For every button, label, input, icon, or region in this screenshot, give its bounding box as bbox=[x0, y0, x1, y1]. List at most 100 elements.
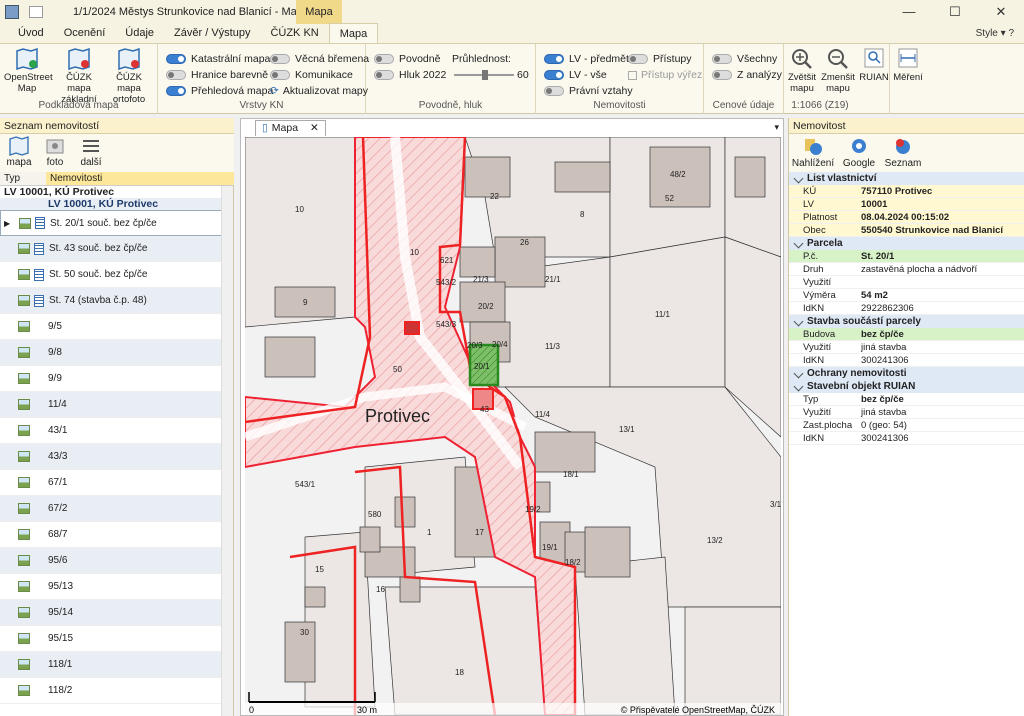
google-button[interactable]: Google bbox=[837, 136, 881, 169]
list-item[interactable]: 95/13 bbox=[0, 574, 222, 600]
toggle-hluk[interactable]: Hluk 2022 bbox=[374, 68, 446, 82]
map-panel: ▯ Mapa ✕ ▾ 22 10 48/2 52 26 10 9 621 543/2 21/3 21/1… bbox=[240, 118, 784, 716]
dalsi-tool-label: další bbox=[80, 157, 102, 168]
list-item-label: 95/13 bbox=[48, 581, 74, 592]
cuzk-zakladni-button[interactable]: ČÚZK mapa základní bbox=[56, 47, 102, 105]
toggle-vecna-bremena[interactable]: Věcná břemena bbox=[270, 52, 369, 66]
list-item[interactable]: 95/6 bbox=[0, 548, 222, 574]
tab-udaje[interactable]: Údaje bbox=[115, 23, 164, 43]
slider-thumb[interactable] bbox=[482, 70, 488, 80]
mereni-button[interactable]: Měření bbox=[892, 48, 924, 83]
list-item[interactable]: 67/2 bbox=[0, 496, 222, 522]
group-zoom: Zvětšit mapu Zmenšit mapu 1:1066 (Z19) bbox=[784, 44, 856, 114]
map-canvas[interactable]: 221048/25226109621543/2 21/3 21/18543/320/… bbox=[245, 137, 781, 715]
section-header[interactable]: Stavební objekt RUIAN bbox=[789, 380, 1024, 393]
tab-cuzk[interactable]: ČÚZK KN bbox=[260, 23, 328, 43]
ruian-button[interactable]: RUIAN bbox=[858, 48, 890, 83]
toggle-povodne[interactable]: Povodně bbox=[374, 52, 440, 66]
parcel-50 bbox=[404, 321, 420, 335]
section-header[interactable]: Stavba součástí parcely bbox=[789, 315, 1024, 328]
parcel-number: 15 bbox=[315, 565, 324, 574]
list-item[interactable]: St. 74 (stavba č.p. 48) bbox=[0, 288, 222, 314]
toggle-lv-predmet[interactable]: LV - předmět bbox=[544, 52, 629, 66]
property-key: P.č. bbox=[803, 251, 819, 262]
property-key: Platnost bbox=[803, 212, 838, 223]
group-vrstvy: Katastrální mapa Hranice barevně Přehled… bbox=[158, 44, 369, 114]
style-menu[interactable]: Style ▾ ? bbox=[976, 28, 1014, 39]
list-item-label: 95/6 bbox=[48, 555, 68, 566]
foto-tool-label: foto bbox=[46, 157, 64, 168]
section-header[interactable]: Parcela bbox=[789, 237, 1024, 250]
parcel-number: 543/2 bbox=[436, 278, 457, 287]
property-key: Využití bbox=[803, 342, 832, 353]
property-row: IdKN 2922862306 bbox=[789, 302, 1024, 315]
property-row: Budova bez čp/če bbox=[789, 328, 1024, 341]
minimize-button[interactable]: — bbox=[886, 0, 932, 24]
osm-button[interactable]: OpenStreet Map bbox=[4, 47, 53, 94]
quick-access-icon[interactable] bbox=[29, 6, 43, 18]
list-item[interactable]: 43/3 bbox=[0, 444, 222, 470]
list-item[interactable]: 118/1 bbox=[0, 652, 222, 678]
toggle-vsechny[interactable]: Všechny bbox=[712, 52, 777, 66]
maximize-button[interactable]: ☐ bbox=[932, 0, 978, 24]
toggle-pristupy[interactable]: Přístupy bbox=[628, 52, 692, 66]
list-item[interactable]: St. 43 souč. bez čp/če bbox=[0, 236, 222, 262]
list-item[interactable]: 67/1 bbox=[0, 470, 222, 496]
pristup-vyrez-checkbox[interactable]: Přístup výřez bbox=[628, 68, 702, 82]
help-icon[interactable]: ? bbox=[1008, 28, 1014, 39]
close-button[interactable]: ✕ bbox=[978, 0, 1024, 24]
mapa-tool-button[interactable]: mapa bbox=[4, 136, 34, 168]
list-item[interactable]: 118/2 bbox=[0, 678, 222, 704]
toggle-katastralni[interactable]: Katastrální mapa bbox=[166, 52, 270, 66]
close-tab-icon[interactable]: ✕ bbox=[310, 121, 319, 136]
parcel-number: 48/2 bbox=[670, 170, 686, 179]
cuzk-ortofoto-button[interactable]: ČÚZK mapa ortofoto bbox=[106, 47, 152, 105]
list-item[interactable]: St. 50 souč. bez čp/če bbox=[0, 262, 222, 288]
section-header[interactable]: List vlastnictví bbox=[789, 172, 1024, 185]
zoom-out-button[interactable]: Zmenšit mapu bbox=[820, 48, 856, 94]
zoom-in-button[interactable]: Zvětšit mapu bbox=[784, 48, 820, 94]
section-header[interactable]: Ochrany nemovitosti bbox=[789, 367, 1024, 380]
map-tab-dropdown-icon[interactable]: ▾ bbox=[774, 122, 779, 133]
tab-zaver[interactable]: Závěr / Výstupy bbox=[164, 23, 260, 43]
list-item[interactable]: 95/14 bbox=[0, 600, 222, 626]
col-typ[interactable]: Typ bbox=[0, 172, 46, 185]
seznam-button[interactable]: Seznam bbox=[881, 136, 925, 169]
nahlizeni-button[interactable]: Nahlížení bbox=[791, 136, 835, 169]
globe-icon bbox=[803, 136, 823, 156]
photo-icon bbox=[18, 555, 30, 566]
col-nemovitosti[interactable]: Nemovitosti bbox=[46, 172, 234, 185]
list-item-label: 9/8 bbox=[48, 347, 62, 358]
list-item-label: 11/4 bbox=[48, 399, 67, 410]
refresh-maps-button[interactable]: ⟳ Aktualizovat mapy bbox=[270, 84, 368, 98]
parcel-area bbox=[384, 586, 546, 715]
list-item[interactable]: 9/8 bbox=[0, 340, 222, 366]
list-item[interactable]: 43/1 bbox=[0, 418, 222, 444]
list-item[interactable]: 68/7 bbox=[0, 522, 222, 548]
tab-uvod[interactable]: Úvod bbox=[8, 23, 54, 43]
lv-subgroup[interactable]: LV 10001, KÚ Protivec bbox=[0, 198, 222, 210]
foto-tool-button[interactable]: foto bbox=[40, 136, 70, 168]
map-tab-icon: ▯ bbox=[262, 122, 268, 134]
opacity-slider[interactable] bbox=[454, 70, 514, 80]
map-tab[interactable]: ▯ Mapa ✕ bbox=[255, 120, 326, 136]
property-row: Platnost 08.04.2024 00:15:02 bbox=[789, 211, 1024, 224]
parcel-number: 30 bbox=[300, 628, 309, 637]
photo-icon bbox=[18, 685, 30, 696]
toggle-hranice[interactable]: Hranice barevně bbox=[166, 68, 268, 82]
toggle-komunikace[interactable]: Komunikace bbox=[270, 68, 353, 82]
toggle-z-analyzy[interactable]: Z analýzy bbox=[712, 68, 782, 82]
list-item[interactable]: ▶ St. 20/1 souč. bez čp/če bbox=[0, 210, 222, 236]
list-item[interactable]: 11/4 bbox=[0, 392, 222, 418]
left-scrollbar[interactable] bbox=[221, 186, 233, 716]
toggle-pravni-vztahy[interactable]: Právní vztahy bbox=[544, 84, 633, 98]
tab-mapa[interactable]: Mapa bbox=[328, 23, 379, 43]
dalsi-tool-button[interactable]: další bbox=[76, 136, 106, 168]
toggle-lv-vse[interactable]: LV - vše bbox=[544, 68, 607, 82]
list-item[interactable]: 9/9 bbox=[0, 366, 222, 392]
toggle-prehledova[interactable]: Přehledová mapa bbox=[166, 84, 273, 98]
lv-group-header[interactable]: LV 10001, KÚ Protivec bbox=[0, 186, 222, 198]
list-item[interactable]: 95/15 bbox=[0, 626, 222, 652]
list-item[interactable]: 9/5 bbox=[0, 314, 222, 340]
tab-oceneni[interactable]: Ocenění bbox=[54, 23, 116, 43]
